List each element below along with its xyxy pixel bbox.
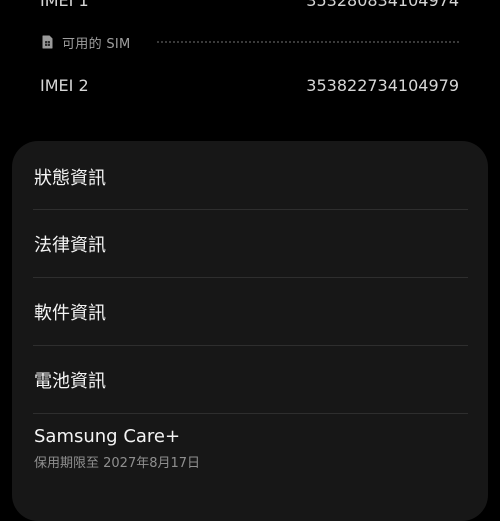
imei-2-label: IMEI 2 <box>40 75 89 95</box>
sim-card-icon <box>42 35 53 49</box>
available-sim-label: 可用的 SIM <box>62 36 131 52</box>
imei-1-label: IMEI 1 <box>40 0 89 10</box>
menu-item-label: 電池資訊 <box>34 371 106 392</box>
menu-item-software-info[interactable]: 軟件資訊 <box>34 278 468 346</box>
imei-1-value: 353280834104974 <box>306 0 459 10</box>
menu-item-label: Samsung Care+ <box>34 425 181 447</box>
imei-2-value: 353822734104979 <box>306 75 459 95</box>
menu-item-status-info[interactable]: 狀態資訊 <box>34 143 468 211</box>
imei-2-row: IMEI 2 353822734104979 <box>40 74 459 96</box>
menu-item-label: 軟件資訊 <box>34 303 106 324</box>
about-phone-menu-card: 狀態資訊 法律資訊 軟件資訊 電池資訊 Samsung Care+ 保用期限至 … <box>12 141 488 521</box>
available-sim-section-header: 可用的 SIM <box>42 32 459 52</box>
dotted-divider <box>156 41 459 43</box>
imei-1-row: IMEI 1 353280834104974 <box>40 0 459 10</box>
menu-item-label: 法律資訊 <box>34 235 106 256</box>
warranty-expiry-text: 保用期限至 2027年8月17日 <box>34 455 201 471</box>
menu-item-legal-info[interactable]: 法律資訊 <box>34 210 468 278</box>
menu-item-samsung-care-plus[interactable]: Samsung Care+ 保用期限至 2027年8月17日 <box>34 414 468 482</box>
menu-item-label: 狀態資訊 <box>34 168 106 189</box>
menu-item-battery-info[interactable]: 電池資訊 <box>34 346 468 414</box>
